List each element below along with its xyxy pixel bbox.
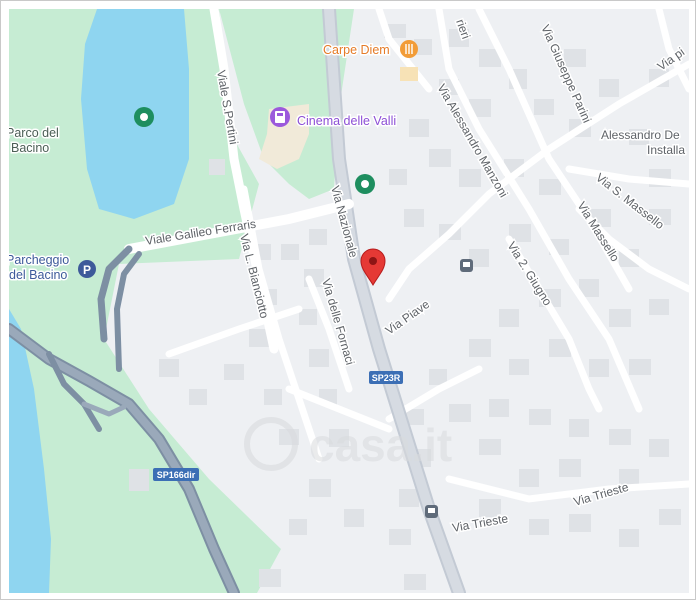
poi-parcheggio-line2: del Bacino	[9, 268, 67, 282]
poi-green-marker[interactable]	[355, 174, 375, 194]
svg-text:casa.it: casa.it	[309, 419, 452, 471]
poi-lake-marker[interactable]	[134, 107, 154, 127]
poi-parco-line2: Bacino	[11, 141, 49, 155]
svg-text:SP23R: SP23R	[372, 373, 401, 383]
poi-alessandro-line1: Alessandro De	[601, 128, 680, 142]
map-canvas[interactable]: casa.it Viale Galileo Ferraris Viale S.P…	[9, 9, 689, 593]
svg-text:P: P	[83, 263, 91, 277]
poi-carpe-diem-label: Carpe Diem	[323, 43, 390, 57]
map-view[interactable]: casa.it Viale Galileo Ferraris Viale S.P…	[9, 9, 689, 593]
bus-stop-icon[interactable]	[425, 505, 438, 518]
map-frame: casa.it Viale Galileo Ferraris Viale S.P…	[0, 0, 696, 600]
bus-stop-icon[interactable]	[460, 259, 473, 272]
poi-cinema-label: Cinema delle Valli	[297, 114, 396, 128]
svg-text:SP166dir: SP166dir	[157, 470, 196, 480]
road-shield-sp23r: SP23R	[369, 371, 403, 384]
poi-parcheggio-line1: Parcheggio	[9, 253, 69, 267]
poi-parco-line1: Parco del	[9, 126, 59, 140]
road-shield-sp166dir: SP166dir	[153, 468, 199, 481]
poi-alessandro-line2: Installa	[647, 143, 685, 157]
